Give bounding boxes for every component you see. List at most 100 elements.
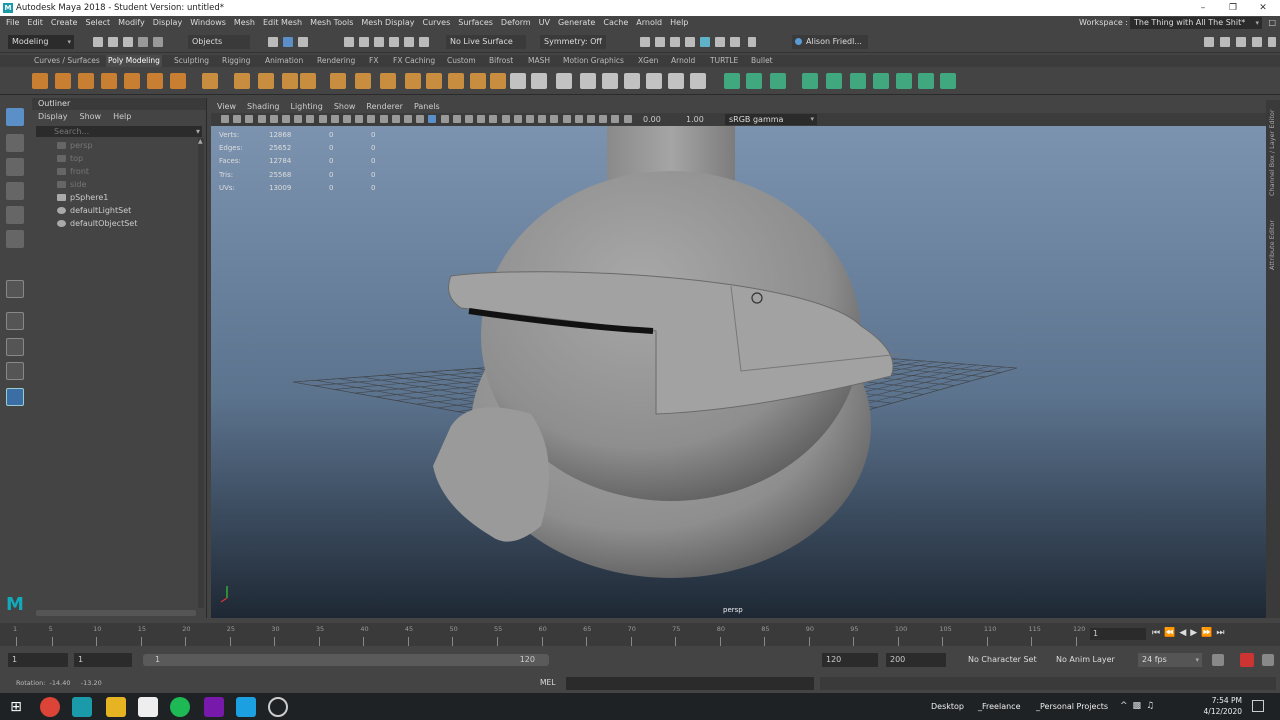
far-clip-value[interactable]: 1.00	[686, 113, 704, 126]
outliner-item-defaultobjectset[interactable]: defaultObjectSet	[32, 217, 206, 230]
shelf-tab-curves-surfaces[interactable]: Curves / Surfaces	[32, 55, 102, 67]
shelf-tab-motion-graphics[interactable]: Motion Graphics	[561, 55, 626, 67]
render-settings-icon[interactable]	[685, 37, 695, 47]
viewport-toolbar-icon[interactable]	[269, 115, 278, 123]
outliner-item-defaultlightset[interactable]: defaultLightSet	[32, 204, 206, 217]
viewport-menu-lighting[interactable]: Lighting	[290, 102, 322, 111]
perspective-viewport[interactable]: Verts: 12868 0 0 Edges: 25652 0 0 Faces: 12784 0 0 T…	[211, 126, 1266, 618]
viewport-toolbar-icon[interactable]	[526, 115, 534, 123]
viewport-toolbar-icon[interactable]	[477, 115, 486, 123]
cylinder-icon[interactable]	[78, 73, 94, 89]
user-account-button[interactable]: Alison Friedl...	[792, 35, 868, 49]
menu-surfaces[interactable]: Surfaces	[458, 16, 493, 30]
shelf-tab-animation[interactable]: Animation	[263, 55, 305, 67]
extrude-icon[interactable]	[510, 73, 526, 89]
redo-icon[interactable]	[153, 37, 163, 47]
rotate-tool-icon[interactable]	[6, 206, 24, 224]
menu-file[interactable]: File	[6, 16, 19, 30]
loop-icon[interactable]	[1212, 654, 1224, 666]
modeling-toolkit-icon[interactable]	[1204, 37, 1214, 47]
multicut-icon[interactable]	[624, 73, 640, 89]
outliner-item-side[interactable]: side	[32, 178, 206, 191]
transfer-icon[interactable]	[940, 73, 956, 89]
move-tool-icon[interactable]	[6, 182, 24, 200]
single-view-layout-icon[interactable]	[6, 280, 24, 298]
viewport-toolbar-icon[interactable]	[343, 115, 351, 123]
menuset-dropdown[interactable]: Modeling ▾	[8, 35, 74, 49]
cube-icon[interactable]	[55, 73, 71, 89]
shelf-tab-bifrost[interactable]: Bifrost	[487, 55, 515, 67]
character-set-dropdown[interactable]: No Character Set	[964, 653, 1042, 667]
disc-icon[interactable]	[170, 73, 186, 89]
viewport-toolbar-icon[interactable]	[465, 115, 473, 123]
cut-uv-icon[interactable]	[896, 73, 912, 89]
append-icon[interactable]	[490, 73, 506, 89]
uv-editor-icon[interactable]	[724, 73, 740, 89]
color-space-dropdown[interactable]: sRGB gamma ▾	[725, 114, 817, 125]
viewport-toolbar-icon[interactable]	[355, 115, 364, 123]
plane-icon[interactable]	[147, 73, 163, 89]
new-scene-icon[interactable]	[93, 37, 103, 47]
snap-point-icon[interactable]	[374, 37, 384, 47]
menu-deform[interactable]: Deform	[501, 16, 531, 30]
minimize-icon[interactable]: –	[1192, 0, 1214, 16]
outliner-menu-display[interactable]: Display	[38, 112, 68, 121]
outliner-menu-show[interactable]: Show	[80, 112, 102, 121]
viewport-toolbar-icon[interactable]	[501, 115, 510, 123]
menu-curves[interactable]: Curves	[422, 16, 450, 30]
menu-uv[interactable]: UV	[539, 16, 550, 30]
onenote-icon[interactable]	[204, 697, 224, 717]
cylindrical-map-icon[interactable]	[802, 73, 818, 89]
outliner-item-top[interactable]: top	[32, 152, 206, 165]
shelf-tab-sculpting[interactable]: Sculpting	[172, 55, 211, 67]
viewport-toolbar-icon[interactable]	[599, 115, 608, 123]
viewport-toolbar-icon[interactable]	[233, 115, 242, 123]
average-icon[interactable]	[405, 73, 421, 89]
select-mode-dropdown[interactable]: Objects	[188, 35, 250, 49]
viewport-toolbar-icon[interactable]	[538, 115, 547, 123]
poke-icon[interactable]	[580, 73, 596, 89]
app-wave-icon[interactable]	[236, 697, 256, 717]
open-scene-icon[interactable]	[108, 37, 118, 47]
lasso-tool-icon[interactable]	[6, 134, 24, 152]
maya-taskbar-icon[interactable]	[72, 697, 92, 717]
sew-uv-icon[interactable]	[918, 73, 934, 89]
viewport-toolbar-icon[interactable]	[294, 115, 303, 123]
viewport-toolbar-icon[interactable]	[379, 115, 388, 123]
windows-start-icon[interactable]: ⊞	[6, 697, 26, 717]
shelf-tab-rigging[interactable]: Rigging	[220, 55, 252, 67]
clock-time[interactable]: 7:54 PM	[1208, 696, 1242, 705]
chrome-icon[interactable]	[40, 697, 60, 717]
menu-edit-mesh[interactable]: Edit Mesh	[263, 16, 302, 30]
snap-curve-icon[interactable]	[359, 37, 369, 47]
snap-grid-icon[interactable]	[344, 37, 354, 47]
anim-layer-dropdown[interactable]: No Anim Layer	[1052, 653, 1126, 667]
menu-arnold[interactable]: Arnold	[636, 16, 662, 30]
bridge-icon[interactable]	[448, 73, 464, 89]
fps-dropdown[interactable]: 24 fps ▾	[1138, 653, 1202, 667]
shelf-tab-poly-modeling[interactable]: Poly Modeling	[106, 55, 162, 67]
viewport-toolbar-icon[interactable]	[574, 115, 583, 123]
attribute-editor-tab[interactable]: Attribute Editor	[1268, 210, 1278, 270]
toolbar-desktop[interactable]: Desktop	[931, 702, 964, 711]
viewport-menu-view[interactable]: View	[217, 102, 236, 111]
select-tool-icon[interactable]	[6, 108, 24, 126]
menu-mesh[interactable]: Mesh	[234, 16, 255, 30]
target-weld-icon[interactable]	[646, 73, 662, 89]
shelf-tab-mash[interactable]: MASH	[526, 55, 552, 67]
tray-chevron-icon[interactable]: ^	[1120, 701, 1133, 711]
light-editor-icon[interactable]	[730, 37, 740, 47]
outliner-item-front[interactable]: front	[32, 165, 206, 178]
close-icon[interactable]: ✕	[1252, 0, 1274, 16]
symmetry-dropdown[interactable]: Symmetry: Off	[540, 35, 606, 49]
slide-edge-icon[interactable]	[690, 73, 706, 89]
viewport-toolbar-icon[interactable]	[391, 115, 400, 123]
shelf-tab-xgen[interactable]: XGen	[636, 55, 660, 67]
pause-viewport-icon[interactable]	[748, 37, 756, 47]
viewport-menu-panels[interactable]: Panels	[414, 102, 440, 111]
layout-icon[interactable]	[873, 73, 889, 89]
toolbar-freelance[interactable]: _Freelance	[978, 702, 1021, 711]
undo-icon[interactable]	[138, 37, 148, 47]
attribute-editor-icon[interactable]	[1236, 37, 1246, 47]
viewport-toolbar-icon[interactable]	[221, 115, 229, 123]
